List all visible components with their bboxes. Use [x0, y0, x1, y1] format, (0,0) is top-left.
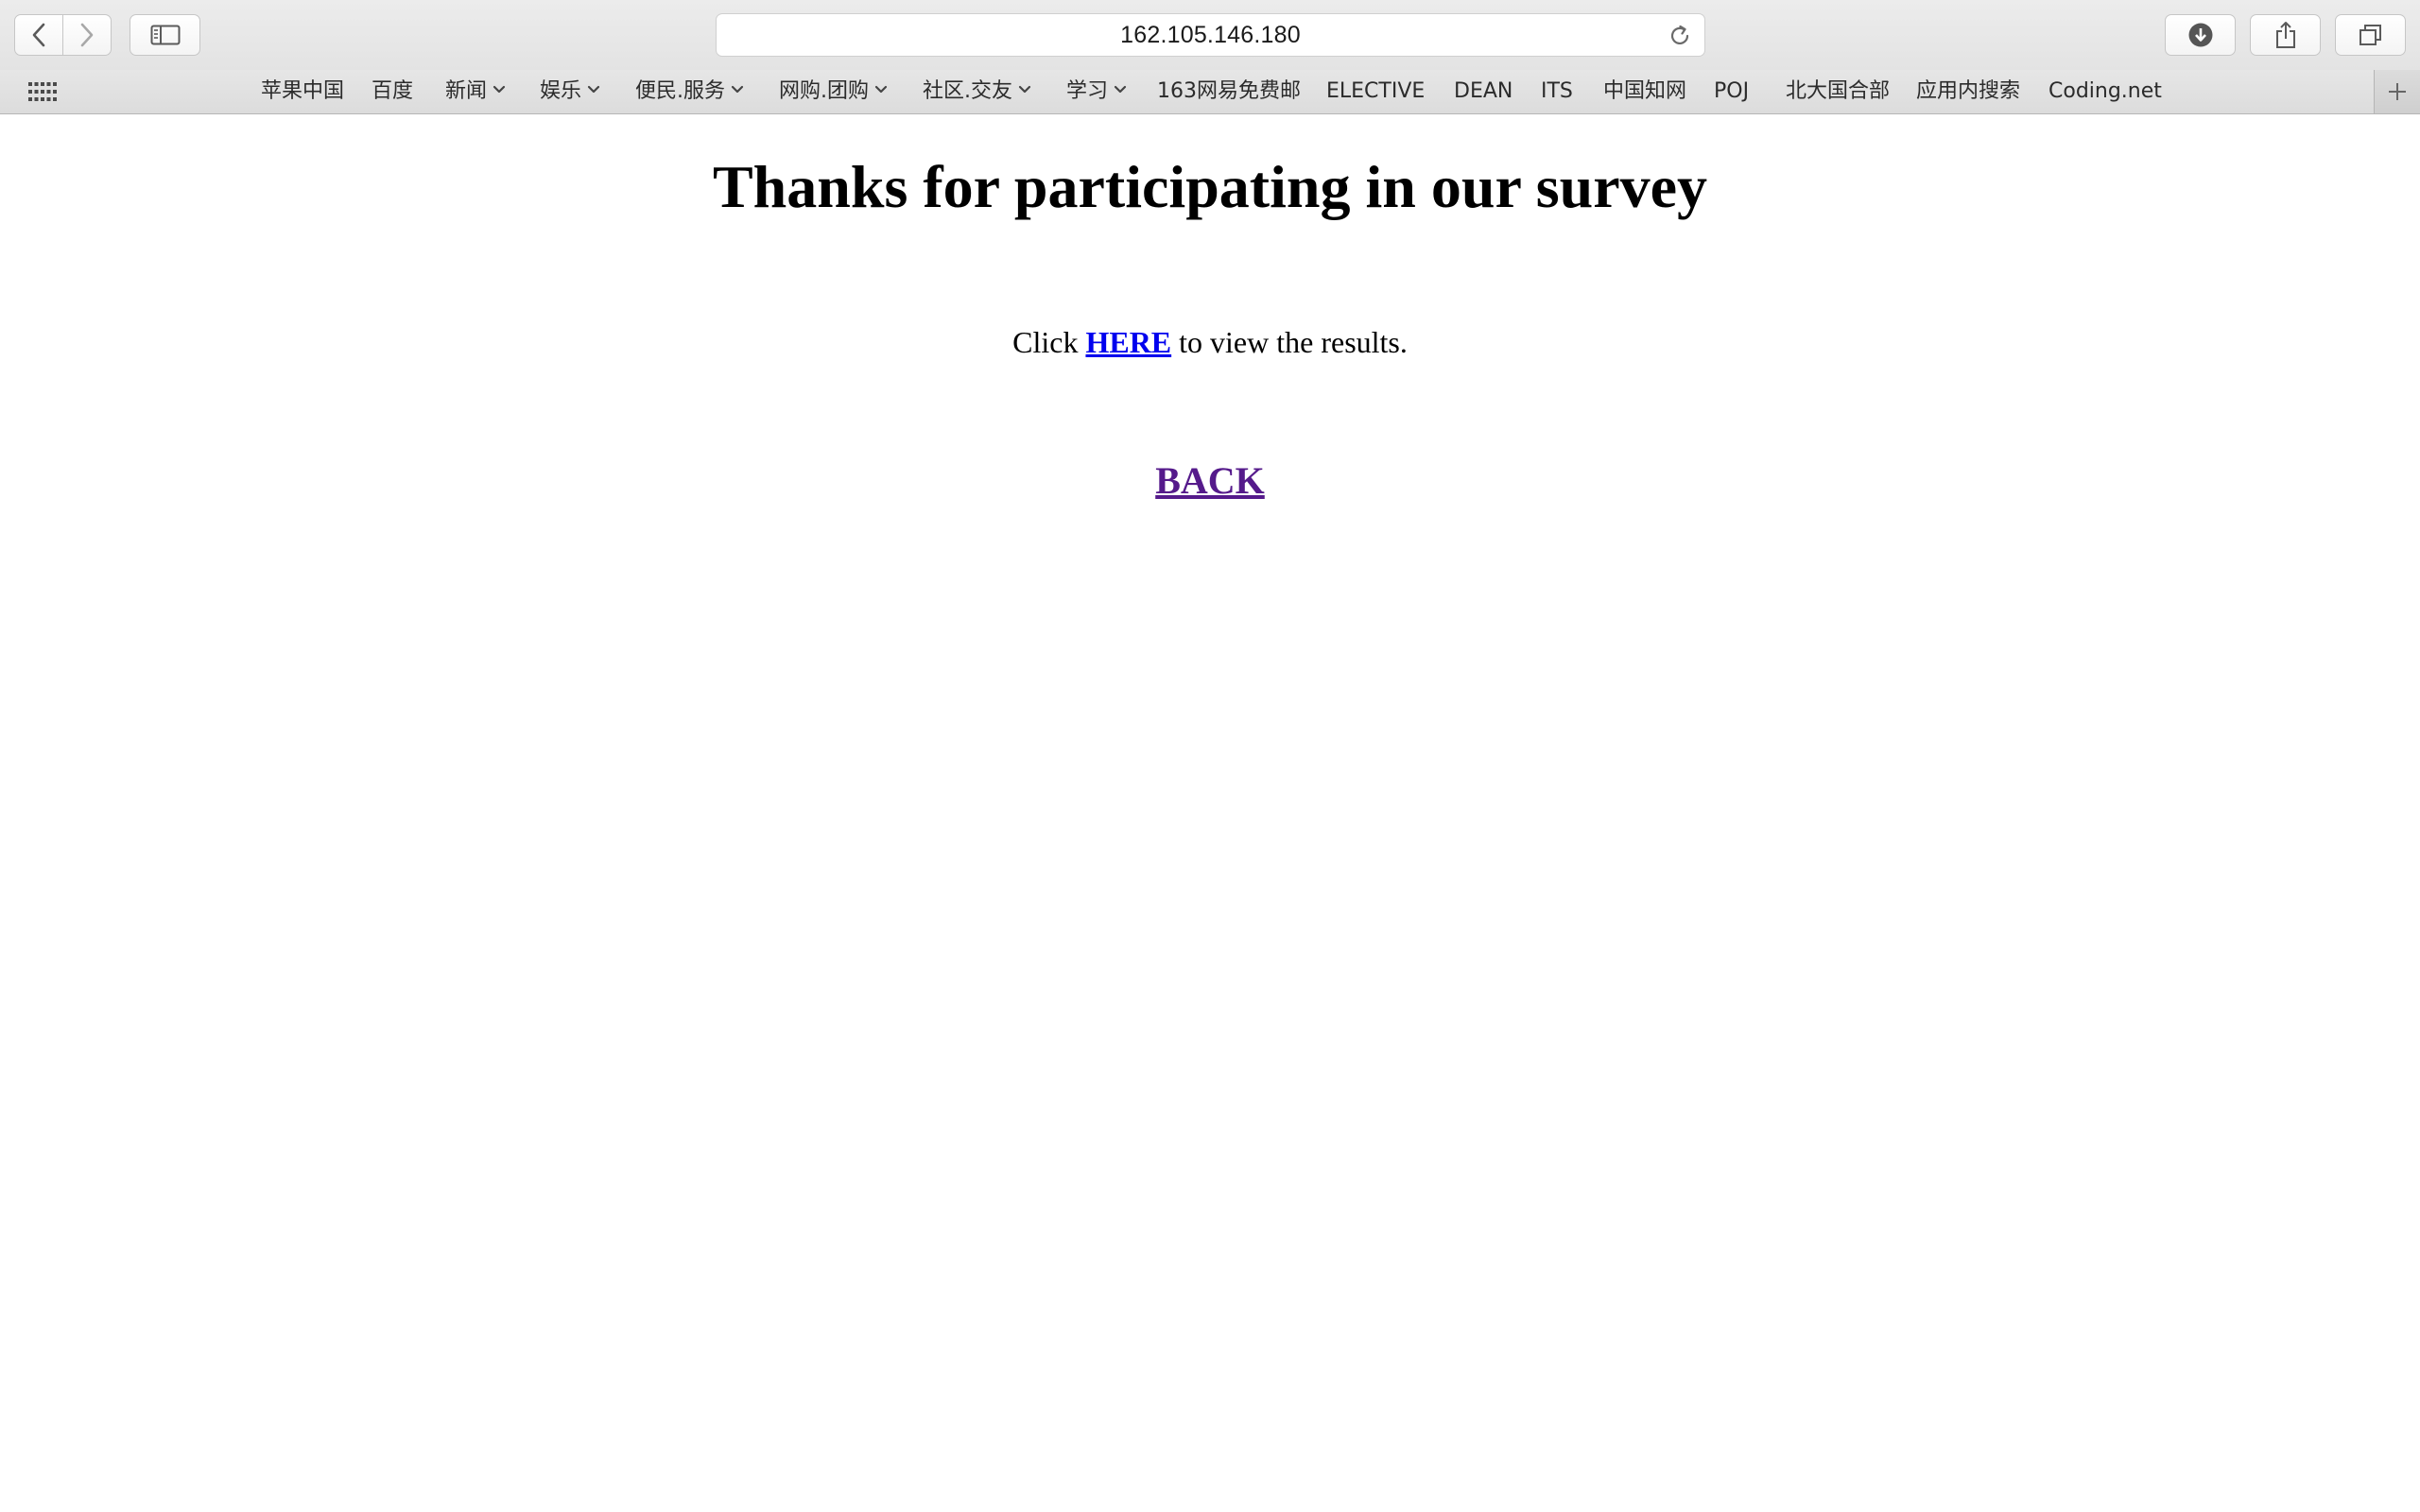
bookmark-label: Coding.net — [2048, 79, 2162, 103]
address-text: 162.105.146.180 — [1120, 21, 1301, 48]
bookmark-folder[interactable]: 社区.交友 — [923, 70, 1031, 113]
bookmark-item[interactable]: 163网易免费邮 — [1157, 70, 1301, 113]
chevron-left-icon — [32, 23, 45, 47]
bookmark-item[interactable]: Coding.net — [2048, 70, 2162, 113]
results-suffix: to view the results. — [1171, 325, 1408, 359]
downloads-button[interactable] — [2165, 14, 2236, 56]
tabs-icon — [2359, 25, 2381, 45]
navigation-buttons — [14, 14, 112, 56]
back-link-container: BACK — [0, 458, 2420, 503]
bookmark-label: ITS — [1541, 79, 1573, 103]
forward-button[interactable] — [62, 15, 111, 55]
chevron-down-icon — [1114, 85, 1127, 94]
bookmark-item[interactable]: DEAN — [1454, 70, 1512, 113]
bookmark-label: 应用内搜索 — [1916, 79, 2021, 103]
share-icon — [2275, 22, 2295, 48]
bookmark-folder[interactable]: 新闻 — [445, 70, 506, 113]
sidebar-icon — [150, 25, 180, 45]
bookmark-label: 社区.交友 — [923, 79, 1012, 103]
bookmark-item[interactable]: POJ — [1714, 70, 1749, 113]
page-title: Thanks for participating in our survey — [712, 153, 1708, 220]
bookmark-label: 便民.服务 — [635, 79, 725, 103]
sidebar-button[interactable] — [130, 14, 200, 56]
bookmark-item[interactable]: 中国知网 — [1603, 70, 1686, 113]
results-prefix: Click — [1012, 325, 1086, 359]
reload-icon[interactable] — [1667, 23, 1693, 49]
share-button[interactable] — [2250, 14, 2321, 56]
add-bookmark-button[interactable] — [2374, 70, 2420, 113]
back-link[interactable]: BACK — [1155, 459, 1265, 502]
bookmark-item[interactable]: 百度 — [372, 70, 413, 113]
bookmark-item[interactable]: 苹果中国 — [261, 70, 344, 113]
bookmark-item[interactable]: ELECTIVE — [1326, 70, 1425, 113]
bookmark-label: 百度 — [372, 79, 414, 103]
address-bar[interactable]: 162.105.146.180 — [716, 13, 1705, 57]
bookmark-folder[interactable]: 便民.服务 — [635, 70, 744, 113]
bookmark-label: 苹果中国 — [261, 79, 345, 103]
plus-icon — [2389, 83, 2406, 100]
chevron-down-icon — [587, 85, 600, 94]
bookmark-item[interactable]: 应用内搜索 — [1916, 70, 2020, 113]
page-content: Thanks for participating in our survey C… — [0, 114, 2420, 1512]
chevron-down-icon — [731, 85, 744, 94]
bookmark-label: 娱乐 — [540, 79, 582, 103]
chevron-right-icon — [80, 23, 94, 47]
tabs-button[interactable] — [2335, 14, 2406, 56]
back-button[interactable] — [15, 15, 62, 55]
bookmark-label: 北大国合部 — [1786, 79, 1891, 103]
bookmark-label: 163网易免费邮 — [1157, 79, 1301, 103]
results-sentence: Click HERE to view the results. — [0, 325, 2420, 360]
chevron-down-icon — [493, 85, 506, 94]
bookmark-label: POJ — [1714, 79, 1750, 103]
bookmark-label: 中国知网 — [1603, 79, 1687, 103]
bookmark-label: 学习 — [1066, 79, 1109, 103]
bookmarks-bar: 苹果中国 百度 新闻 娱乐 便民.服务 网购.团购 社区.交友 学习 163网易免费邮 ELECT… — [0, 70, 2420, 114]
bookmark-folder[interactable]: 学习 — [1066, 70, 1127, 113]
bookmark-label: ELECTIVE — [1326, 79, 1426, 103]
bookmark-item[interactable]: 北大国合部 — [1786, 70, 1890, 113]
view-results-link[interactable]: HERE — [1085, 325, 1171, 359]
download-icon — [2188, 23, 2212, 47]
bookmark-folder[interactable]: 娱乐 — [540, 70, 600, 113]
chevron-down-icon — [874, 85, 888, 94]
browser-toolbar: 162.105.146.180 — [0, 0, 2420, 70]
bookmark-label: DEAN — [1454, 79, 1513, 103]
chevron-down-icon — [1018, 85, 1031, 94]
bookmark-label: 网购.团购 — [779, 79, 869, 103]
grid-icon[interactable] — [28, 82, 57, 101]
bookmark-folder[interactable]: 网购.团购 — [779, 70, 888, 113]
bookmark-item[interactable]: ITS — [1541, 70, 1573, 113]
bookmark-label: 新闻 — [445, 79, 488, 103]
